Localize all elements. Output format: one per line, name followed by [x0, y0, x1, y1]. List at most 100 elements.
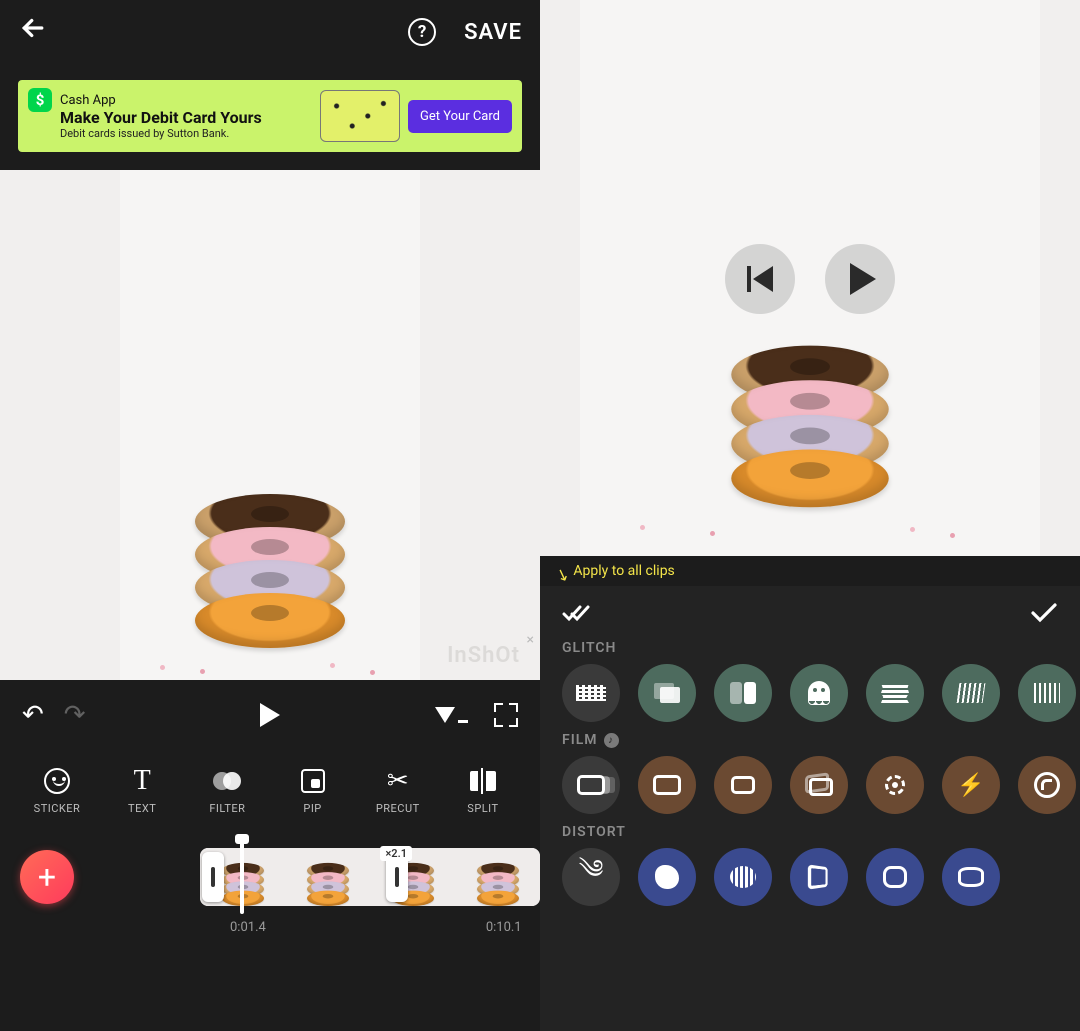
tool-strip: STICKER T TEXT FILTER PIP ✂ PRECUT SPLIT [0, 750, 540, 830]
text-icon: T [127, 766, 157, 796]
effect-distort-swirl[interactable]: ༄ [562, 848, 620, 906]
effect-glitch-noise[interactable] [562, 664, 620, 722]
effect-category-distort: DISTORT ༄ [540, 822, 1080, 914]
keyframe-icon[interactable] [435, 707, 468, 723]
film-bolt-icon: ⚡ [957, 773, 984, 798]
tool-label: TEXT [128, 802, 156, 815]
ad-brand: Cash App [60, 93, 312, 108]
save-button[interactable]: SAVE [464, 20, 522, 45]
pip-icon [301, 769, 325, 793]
effect-glitch-scanlines[interactable] [942, 664, 1000, 722]
effect-glitch-rgb-shift[interactable] [638, 664, 696, 722]
film-frameblur-icon [577, 775, 605, 795]
timeline[interactable]: + ×2.1 0:01.4 0:10.1 [0, 830, 540, 1031]
effect-film-frame-blur[interactable] [562, 756, 620, 814]
ad-subtext: Debit cards issued by Sutton Bank. [60, 127, 312, 140]
effect-preview[interactable] [540, 0, 1080, 556]
play-button[interactable] [825, 244, 895, 314]
remove-watermark-icon[interactable]: × [527, 632, 534, 648]
preview-frame [120, 170, 420, 680]
tool-precut[interactable]: ✂ PRECUT [359, 766, 437, 815]
effects-list: GLITCH FILM ♪ ⚡ [540, 586, 1080, 1031]
play-icon[interactable] [260, 703, 280, 727]
effect-category-glitch: GLITCH [540, 638, 1080, 730]
distort-ridge-icon [730, 866, 756, 888]
playhead[interactable] [240, 840, 244, 914]
timecode-end: 0:10.1 [486, 920, 522, 935]
split-icon [470, 768, 496, 794]
effect-film-target[interactable] [866, 756, 924, 814]
ad-banner[interactable]: $ Cash App Make Your Debit Card Yours De… [0, 64, 540, 170]
apply-all-button[interactable] [562, 604, 592, 624]
help-icon[interactable]: ? [408, 18, 436, 46]
effect-film-frame[interactable] [638, 756, 696, 814]
clip-speed-badge: ×2.1 [380, 846, 412, 861]
effect-film-flash[interactable]: ⚡ [942, 756, 1000, 814]
effect-distort-barrel[interactable] [942, 848, 1000, 906]
top-bar: ? SAVE [0, 0, 540, 64]
effect-distort-pinch[interactable] [790, 848, 848, 906]
undo-icon[interactable]: ↶ [22, 700, 44, 730]
redo-icon: ↷ [64, 700, 86, 730]
effect-glitch-scramble[interactable] [866, 664, 924, 722]
timeline-clip[interactable] [200, 848, 540, 906]
timeline-track[interactable]: ×2.1 [200, 848, 540, 906]
music-icon: ♪ [604, 733, 619, 748]
tool-text[interactable]: T TEXT [103, 766, 181, 815]
effect-distort-blob[interactable] [638, 848, 696, 906]
glitch-lines-icon [957, 683, 986, 703]
effect-glitch-ghost[interactable] [790, 664, 848, 722]
clip-handle-left[interactable] [202, 852, 224, 902]
ad-headline: Make Your Debit Card Yours [60, 108, 312, 127]
tool-filter[interactable]: FILTER [188, 766, 266, 815]
timeline-timecodes: 0:01.4 0:10.1 [200, 920, 540, 935]
playback-controls: ↶ ↷ [0, 680, 540, 750]
tool-label: PIP [303, 802, 321, 815]
film-lens-icon [1034, 772, 1060, 798]
skip-back-button[interactable] [725, 244, 795, 314]
effects-panel: ↘ Apply to all clips GLITCH [540, 0, 1080, 1031]
apply-all-hint: ↘ Apply to all clips [540, 556, 1080, 586]
tool-label: SPLIT [467, 802, 498, 815]
glitch-edge-icon [1034, 683, 1060, 703]
film-target-icon [882, 772, 908, 798]
fullscreen-icon[interactable] [494, 703, 518, 727]
hint-arrow-icon: ↘ [553, 563, 572, 585]
distort-barrel-icon [958, 867, 984, 887]
add-clip-button[interactable]: + [20, 850, 74, 904]
hint-text: Apply to all clips [573, 563, 674, 579]
effect-glitch-edge[interactable] [1018, 664, 1076, 722]
scissors-icon: ✂ [383, 766, 413, 796]
watermark: InShOt [447, 643, 520, 668]
category-label: DISTORT [562, 824, 1080, 840]
effect-category-film: FILM ♪ ⚡ [540, 730, 1080, 822]
sticker-icon [44, 768, 70, 794]
film-flip-icon [805, 774, 833, 796]
distort-blob-icon [655, 865, 679, 889]
tool-label: FILTER [209, 802, 245, 815]
tool-label: PRECUT [376, 802, 420, 815]
effect-glitch-split[interactable] [714, 664, 772, 722]
filter-icon [213, 770, 241, 792]
ad-cta-button[interactable]: Get Your Card [408, 100, 512, 133]
ad-card-image [320, 90, 400, 142]
glitch-noise-icon [576, 685, 606, 701]
glitch-shift-icon [654, 683, 680, 703]
confirm-button[interactable] [1030, 598, 1058, 631]
tool-pip[interactable]: PIP [274, 766, 352, 815]
effect-distort-ridged[interactable] [714, 848, 772, 906]
effect-film-frame-small[interactable] [714, 756, 772, 814]
tool-split[interactable]: SPLIT [444, 766, 522, 815]
timecode-current: 0:01.4 [230, 920, 266, 935]
film-frame-icon [653, 775, 681, 795]
distort-swirl-icon: ༄ [579, 848, 604, 906]
category-label: FILM [562, 732, 598, 748]
video-preview[interactable]: InShOt × [0, 170, 540, 680]
back-icon[interactable] [18, 13, 48, 51]
tool-sticker[interactable]: STICKER [18, 766, 96, 815]
editor-main-panel: ? SAVE $ Cash App Make Your Debit Card Y… [0, 0, 540, 1031]
effect-distort-cushion[interactable] [866, 848, 924, 906]
effect-film-flip[interactable] [790, 756, 848, 814]
glitch-ghost-icon [808, 681, 830, 705]
effect-film-lens[interactable] [1018, 756, 1076, 814]
